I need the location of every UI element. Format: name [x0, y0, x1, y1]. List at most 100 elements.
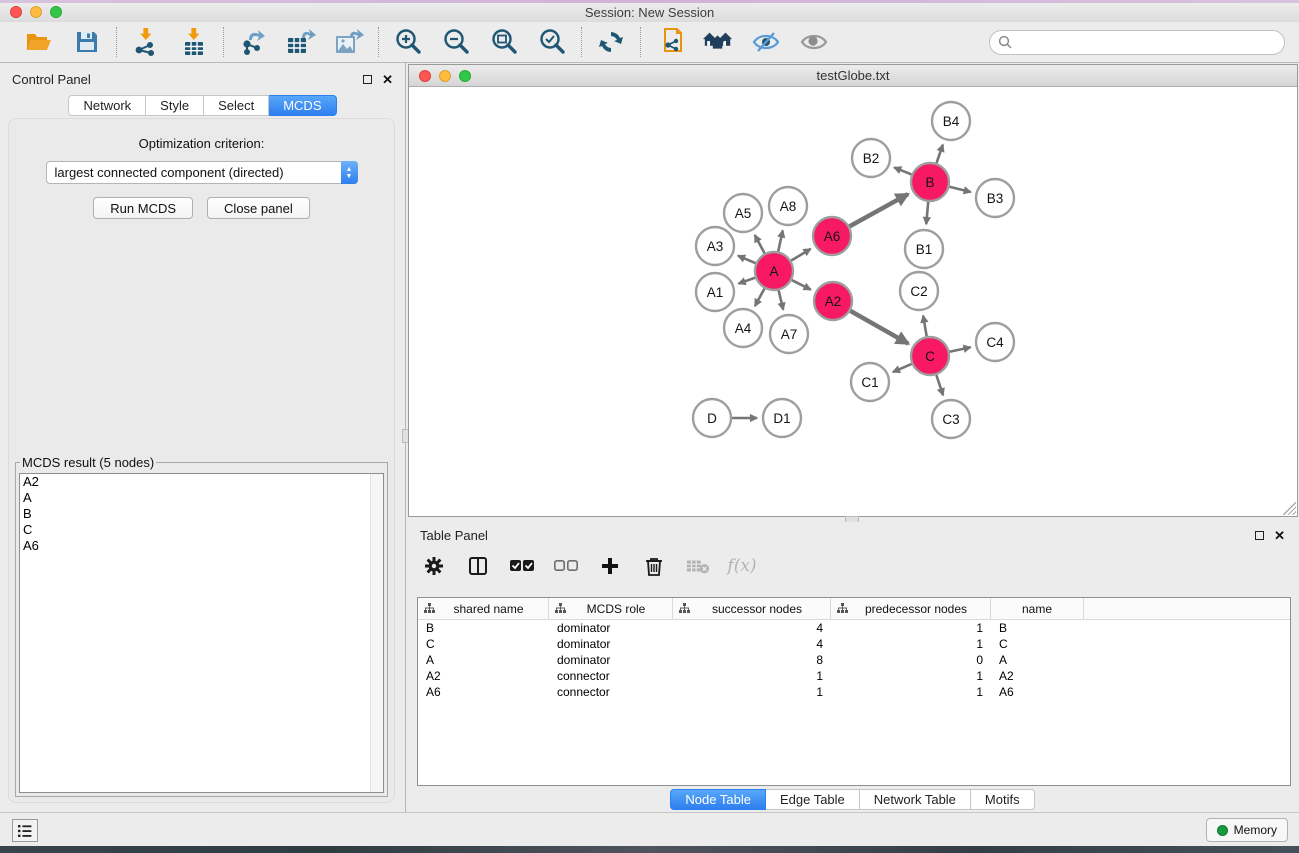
graph-edge-A6-B[interactable] [850, 194, 909, 226]
zoom-in-icon[interactable] [392, 27, 424, 57]
tab-edge-table[interactable]: Edge Table [766, 789, 860, 810]
tab-mcds[interactable]: MCDS [269, 95, 336, 116]
table-row[interactable]: A2connector11A2 [418, 668, 1290, 684]
table-row[interactable]: Cdominator41C [418, 636, 1290, 652]
criterion-select[interactable]: largest connected component (directed) ▲… [46, 161, 358, 184]
network-window-titlebar[interactable]: testGlobe.txt [409, 65, 1297, 87]
add-column-icon[interactable] [598, 554, 622, 578]
deselect-all-icon[interactable] [554, 554, 578, 578]
graph-edge-A-A7[interactable] [779, 290, 784, 309]
graph-edge-A-A4[interactable] [755, 289, 765, 306]
delete-table-icon[interactable] [686, 554, 710, 578]
graph-node-A1[interactable]: A1 [696, 273, 734, 311]
graph-edge-C-C1[interactable] [893, 364, 912, 372]
mcds-result-item[interactable]: A2 [20, 474, 383, 490]
close-panel-icon[interactable]: ✕ [382, 75, 393, 84]
refresh-icon[interactable] [595, 27, 627, 57]
graph-node-A7[interactable]: A7 [770, 315, 808, 353]
graph-node-D1[interactable]: D1 [763, 399, 801, 437]
mcds-result-item[interactable]: A6 [20, 538, 383, 554]
tab-select[interactable]: Select [204, 95, 269, 116]
graph-node-B1[interactable]: B1 [905, 230, 943, 268]
show-selected-icon[interactable] [798, 27, 830, 57]
graph-edge-A-A3[interactable] [738, 256, 756, 263]
graph-edge-C-C2[interactable] [923, 316, 926, 337]
graph-node-D[interactable]: D [693, 399, 731, 437]
search-input[interactable] [1017, 35, 1276, 49]
graph-edge-C-C4[interactable] [950, 347, 971, 352]
column-header-successor-nodes[interactable]: successor nodes [673, 598, 831, 619]
graph-node-A6[interactable]: A6 [813, 217, 851, 255]
settings-gear-icon[interactable] [422, 554, 446, 578]
task-history-button[interactable] [12, 819, 38, 842]
run-mcds-button[interactable]: Run MCDS [93, 197, 193, 219]
graph-node-B[interactable]: B [911, 163, 949, 201]
zoom-out-icon[interactable] [440, 27, 472, 57]
graph-node-C1[interactable]: C1 [851, 363, 889, 401]
mcds-result-list[interactable]: A2ABCA6 [19, 473, 384, 793]
float-panel-icon[interactable] [363, 75, 372, 84]
graph-edge-B-B1[interactable] [926, 202, 928, 224]
graph-node-A5[interactable]: A5 [724, 194, 762, 232]
export-table-icon[interactable] [285, 27, 317, 57]
graph-edge-B-B4[interactable] [937, 145, 943, 163]
column-header-MCDS-role[interactable]: MCDS role [549, 598, 673, 619]
graph-edge-A2-C[interactable] [850, 311, 908, 344]
column-header-predecessor-nodes[interactable]: predecessor nodes [831, 598, 991, 619]
delete-column-icon[interactable] [642, 554, 666, 578]
graph-node-C4[interactable]: C4 [976, 323, 1014, 361]
hide-selected-icon[interactable] [750, 27, 782, 57]
graph-edge-A-A8[interactable] [778, 230, 783, 251]
function-builder-icon[interactable]: f(x) [730, 554, 754, 578]
export-network-icon[interactable] [237, 27, 269, 57]
graph-edge-B-B3[interactable] [949, 187, 970, 192]
result-scrollbar[interactable] [370, 474, 383, 792]
table-row[interactable]: Adominator80A [418, 652, 1290, 668]
home-icon[interactable] [702, 27, 734, 57]
graph-node-C2[interactable]: C2 [900, 272, 938, 310]
import-network-icon[interactable] [130, 27, 162, 57]
zoom-network-button[interactable] [459, 70, 471, 82]
minimize-window-button[interactable] [30, 6, 42, 18]
save-session-icon[interactable] [71, 27, 103, 57]
search-field[interactable] [989, 30, 1285, 55]
tab-style[interactable]: Style [146, 95, 204, 116]
graph-edge-A-A5[interactable] [755, 235, 765, 253]
table-row[interactable]: A6connector11A6 [418, 684, 1290, 700]
import-table-icon[interactable] [178, 27, 210, 57]
select-all-icon[interactable] [510, 554, 534, 578]
tab-network-table[interactable]: Network Table [860, 789, 971, 810]
graph-node-B2[interactable]: B2 [852, 139, 890, 177]
graph-node-B4[interactable]: B4 [932, 102, 970, 140]
window-resize-grip[interactable] [1283, 502, 1296, 515]
column-header-shared-name[interactable]: shared name [418, 598, 549, 619]
graph-node-A4[interactable]: A4 [724, 309, 762, 347]
zoom-fit-icon[interactable] [488, 27, 520, 57]
column-view-icon[interactable] [466, 554, 490, 578]
mcds-result-item[interactable]: C [20, 522, 383, 538]
graph-edge-A-A2[interactable] [792, 280, 811, 290]
memory-button[interactable]: Memory [1206, 818, 1288, 842]
zoom-selected-icon[interactable] [536, 27, 568, 57]
mcds-result-item[interactable]: B [20, 506, 383, 522]
graph-node-C[interactable]: C [911, 337, 949, 375]
network-canvas[interactable]: B4 B2 B B3 A8A5 A6 A3 B1 A C2 A1 A2 A4A7 C4 C C1 C3 D D1 [409, 88, 1297, 516]
network-overview-icon[interactable] [654, 27, 686, 57]
tab-network[interactable]: Network [68, 95, 146, 116]
export-image-icon[interactable] [333, 27, 365, 57]
open-file-icon[interactable] [23, 27, 55, 57]
graph-node-B3[interactable]: B3 [976, 179, 1014, 217]
zoom-window-button[interactable] [50, 6, 62, 18]
graph-node-A3[interactable]: A3 [696, 227, 734, 265]
tab-node-table[interactable]: Node Table [670, 789, 766, 810]
graph-edge-A-A6[interactable] [791, 249, 810, 261]
graph-node-C3[interactable]: C3 [932, 400, 970, 438]
mcds-result-item[interactable]: A [20, 490, 383, 506]
close-window-button[interactable] [10, 6, 22, 18]
float-table-panel-icon[interactable] [1255, 531, 1264, 540]
graph-node-A2[interactable]: A2 [814, 282, 852, 320]
graph-node-A[interactable]: A [755, 252, 793, 290]
close-table-panel-icon[interactable]: ✕ [1274, 531, 1285, 540]
graph-node-A8[interactable]: A8 [769, 187, 807, 225]
column-header-name[interactable]: name [991, 598, 1084, 619]
